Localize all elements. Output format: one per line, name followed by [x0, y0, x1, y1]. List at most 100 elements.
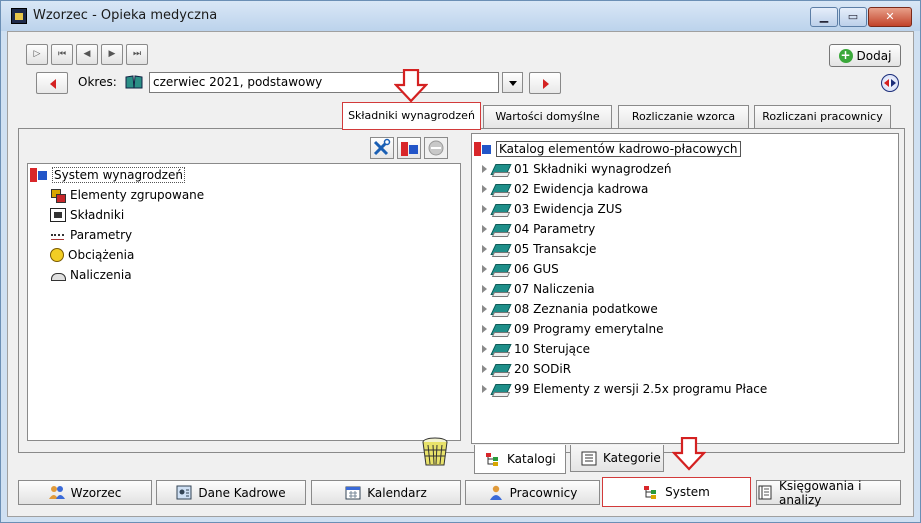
main-panel: System wynagrodzeń Elementy zgrupowane S… [18, 128, 905, 453]
next-record-icon[interactable]: ▶ [101, 44, 123, 65]
arrow-left-icon [50, 79, 56, 89]
expand-arrow-icon[interactable] [480, 244, 488, 254]
tab-katalogi[interactable]: Katalogi [474, 445, 566, 474]
tree-item-parametry[interactable]: Parametry [50, 226, 132, 244]
tab-kategorie[interactable]: Kategorie [570, 445, 664, 472]
catalog-item-label: 05 Transakcje [514, 242, 597, 256]
catalog-item[interactable]: 02 Ewidencja kadrowa [480, 180, 648, 198]
okres-field[interactable]: czerwiec 2021, podstawowy [149, 72, 499, 93]
catalog-book-icon [492, 262, 510, 276]
tab-rozliczani[interactable]: Rozliczani pracownicy [754, 105, 891, 128]
app-window: Wzorzec - Opieka medyczna ▁ ▭ ✕ ▷ ⏮ ◀ ▶ … [0, 0, 921, 523]
expand-arrow-icon[interactable] [480, 324, 488, 334]
tab-rozliczanie[interactable]: Rozliczanie wzorca [618, 105, 749, 128]
first-record-icon[interactable]: ⏮ [51, 44, 73, 65]
catalog-item[interactable]: 10 Sterujące [480, 340, 590, 358]
catalog-tree-icon [485, 452, 501, 467]
catalog-item-label: 04 Parametry [514, 222, 596, 236]
add-button[interactable]: + Dodaj [829, 44, 901, 67]
system-tree-icon [30, 167, 48, 183]
tab-skladniki[interactable]: Składniki wynagrodzeń [342, 102, 481, 130]
minimize-button[interactable]: ▁ [810, 7, 838, 27]
tree-root-system[interactable]: System wynagrodzeń [30, 166, 185, 184]
module-ksiegowania[interactable]: Księgowania i analizy [756, 479, 901, 507]
id-card-icon [176, 485, 192, 500]
person-icon [488, 485, 504, 500]
catalog-item[interactable]: 01 Składniki wynagrodzeń [480, 160, 671, 178]
prev-record-icon[interactable]: ◀ [76, 44, 98, 65]
catalog-item-label: 10 Sterujące [514, 342, 590, 356]
catalog-item[interactable]: 04 Parametry [480, 220, 595, 238]
module-pracownicy[interactable]: Pracownicy [465, 480, 600, 505]
catalog-item[interactable]: 99 Elementy z wersji 2.5x programu Płace [480, 380, 767, 398]
tree-item-skladniki[interactable]: Składniki [50, 206, 124, 224]
expand-arrow-icon[interactable] [480, 224, 488, 234]
okres-dropdown-button[interactable] [502, 72, 523, 93]
catalog-book-icon [492, 202, 510, 216]
last-record-icon[interactable]: ⏭ [126, 44, 148, 65]
grouped-elements-icon [50, 188, 66, 203]
catalog-item[interactable]: 08 Zeznania podatkowe [480, 300, 658, 318]
expand-arrow-icon[interactable] [480, 284, 488, 294]
catalog-item[interactable]: 06 GUS [480, 260, 559, 278]
tools-icon [373, 138, 391, 156]
catalog-item-label: 07 Naliczenia [514, 282, 595, 296]
charges-icon [50, 248, 64, 262]
catalog-item[interactable]: 20 SODiR [480, 360, 571, 378]
close-button[interactable]: ✕ [868, 7, 912, 27]
catalog-root-label: Katalog elementów kadrowo-płacowych [496, 141, 741, 157]
module-system[interactable]: System [602, 477, 751, 507]
expand-arrow-icon[interactable] [480, 204, 488, 214]
catalog-item[interactable]: 09 Programy emerytalne [480, 320, 664, 338]
system-tree-small-icon [643, 485, 659, 500]
expand-arrow-icon[interactable] [480, 304, 488, 314]
catalog-item-label: 03 Ewidencja ZUS [514, 202, 623, 216]
catalog-item-label: 06 GUS [514, 262, 559, 276]
tools-button[interactable] [370, 137, 394, 159]
tree-toolbar [370, 137, 448, 159]
maximize-button[interactable]: ▭ [839, 7, 867, 27]
right-tree: Katalog elementów kadrowo-płacowych 01 S… [471, 133, 899, 444]
tree-item-label: Naliczenia [70, 268, 132, 282]
title-bar: Wzorzec - Opieka medyczna ▁ ▭ ✕ [1, 1, 920, 31]
catalog-item-label: 20 SODiR [514, 362, 572, 376]
navigate-circle-icon[interactable] [881, 74, 899, 92]
expand-arrow-icon[interactable] [480, 344, 488, 354]
expand-arrow-icon[interactable] [480, 184, 488, 194]
module-wzorzec[interactable]: Wzorzec [18, 480, 152, 505]
minus-circle-icon [428, 140, 444, 156]
tab-wartosci[interactable]: Wartości domyślne [483, 105, 612, 128]
callout-arrow-down-icon [394, 69, 428, 103]
remove-button[interactable] [424, 137, 448, 159]
module-label: Dane Kadrowe [198, 485, 286, 500]
expand-arrow-icon[interactable] [480, 364, 488, 374]
catalog-book-icon [492, 382, 510, 396]
recycle-bin-icon[interactable] [420, 436, 450, 468]
tree-root-label: System wynagrodzeń [52, 167, 185, 183]
module-dane-kadrowe[interactable]: Dane Kadrowe [156, 480, 306, 505]
prev-period-button[interactable] [36, 72, 68, 94]
expand-arrow-icon[interactable] [480, 164, 488, 174]
module-label: Wzorzec [70, 485, 122, 500]
tree-item-obciazenia[interactable]: Obciążenia [50, 246, 134, 264]
tab-kategorie-label: Kategorie [603, 451, 661, 465]
expand-arrow-icon[interactable] [480, 384, 488, 394]
expand-arrow-icon[interactable] [480, 264, 488, 274]
window-controls: ▁ ▭ ✕ [810, 7, 912, 27]
tree-item-elementy[interactable]: Elementy zgrupowane [50, 186, 204, 204]
system-tree-icon [401, 141, 419, 157]
next-period-button[interactable] [529, 72, 561, 94]
play-icon[interactable]: ▷ [26, 44, 48, 65]
catalog-item[interactable]: 07 Naliczenia [480, 280, 595, 298]
catalog-item[interactable]: 05 Transakcje [480, 240, 596, 258]
system-button[interactable] [397, 137, 421, 159]
catalog-item-label: 01 Składniki wynagrodzeń [514, 162, 672, 176]
plus-icon: + [838, 47, 853, 63]
catalog-book-icon [492, 322, 510, 336]
tree-item-naliczenia[interactable]: Naliczenia [50, 266, 132, 284]
module-kalendarz[interactable]: Kalendarz [311, 480, 461, 505]
categories-list-icon [581, 451, 597, 466]
catalog-item-label: 08 Zeznania podatkowe [514, 302, 658, 316]
catalog-root[interactable]: Katalog elementów kadrowo-płacowych [474, 140, 741, 158]
catalog-item[interactable]: 03 Ewidencja ZUS [480, 200, 622, 218]
